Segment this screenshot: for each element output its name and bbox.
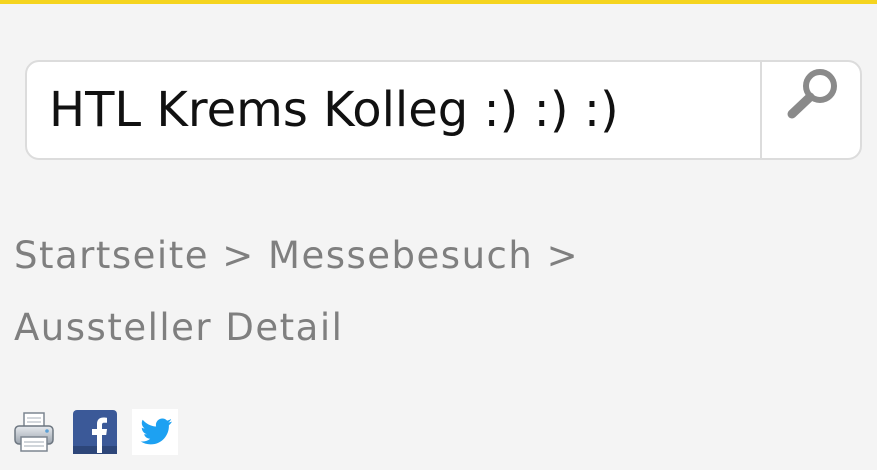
breadcrumb-link-startseite[interactable]: Startseite — [14, 234, 209, 277]
breadcrumb-separator: > — [222, 234, 255, 277]
breadcrumb: Startseite > Messebesuch > Aussteller De… — [14, 220, 864, 364]
twitter-icon — [132, 409, 178, 455]
top-accent-bar — [0, 0, 877, 4]
breadcrumb-separator: > — [546, 234, 580, 277]
breadcrumb-current: Aussteller Detail — [14, 306, 344, 349]
breadcrumb-line-1: Startseite > Messebesuch > — [14, 220, 864, 292]
search-input[interactable] — [27, 62, 760, 158]
search-box — [25, 60, 862, 160]
twitter-share-button[interactable] — [132, 409, 178, 455]
printer-icon — [14, 412, 54, 452]
breadcrumb-link-messebesuch[interactable]: Messebesuch — [268, 234, 533, 277]
breadcrumb-line-2: Aussteller Detail — [14, 292, 864, 364]
share-bar — [12, 408, 178, 456]
print-button[interactable] — [12, 409, 58, 455]
facebook-icon — [73, 410, 117, 454]
facebook-share-button[interactable] — [72, 409, 118, 455]
search-icon — [787, 69, 837, 119]
search-button[interactable] — [762, 62, 860, 158]
